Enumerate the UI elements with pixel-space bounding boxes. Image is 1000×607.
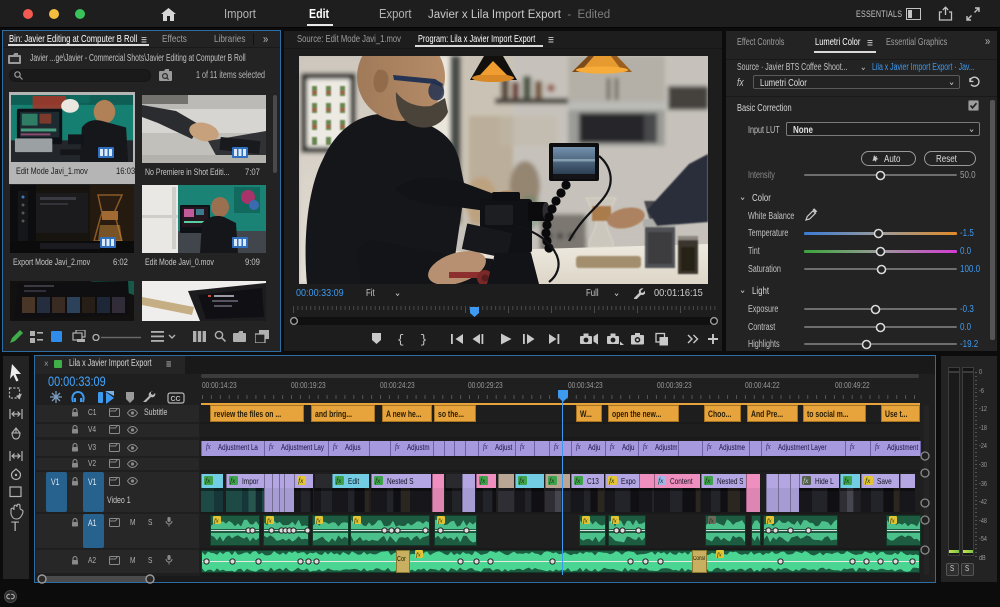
- svg-text:CC: CC: [171, 396, 181, 403]
- svg-text:fx: fx: [705, 477, 711, 485]
- svg-text:fx: fx: [519, 477, 525, 485]
- svg-text:fx: fx: [717, 551, 722, 558]
- svg-text:fx: fx: [844, 477, 850, 485]
- svg-text:fx: fx: [583, 517, 588, 524]
- svg-text:fx: fx: [375, 477, 381, 485]
- svg-text:T: T: [11, 519, 19, 532]
- svg-text:fx: fx: [575, 477, 581, 485]
- svg-text:fx: fx: [316, 517, 321, 524]
- svg-text:fx: fx: [767, 517, 772, 524]
- svg-text:fx: fx: [658, 477, 664, 485]
- svg-text:}: }: [420, 333, 427, 346]
- svg-text:fx: fx: [549, 477, 555, 485]
- svg-text:fx: fx: [890, 517, 895, 524]
- svg-text:fx: fx: [480, 477, 486, 485]
- svg-text:fx: fx: [336, 477, 342, 485]
- svg-text:fx: fx: [609, 477, 615, 485]
- svg-text:fx: fx: [298, 477, 304, 485]
- svg-text:fx: fx: [865, 477, 871, 485]
- svg-text:fx: fx: [416, 551, 421, 558]
- svg-text:fx: fx: [354, 517, 359, 524]
- svg-text:fx: fx: [230, 477, 236, 485]
- svg-text:{: {: [397, 333, 404, 346]
- svg-text:fx: fx: [267, 517, 272, 524]
- svg-text:fx: fx: [438, 517, 443, 524]
- svg-text:fx: fx: [803, 477, 809, 485]
- svg-text:fx: fx: [214, 517, 219, 524]
- svg-text:fx: fx: [612, 517, 617, 524]
- svg-text:fx: fx: [205, 477, 211, 485]
- svg-text:fx: fx: [709, 517, 714, 524]
